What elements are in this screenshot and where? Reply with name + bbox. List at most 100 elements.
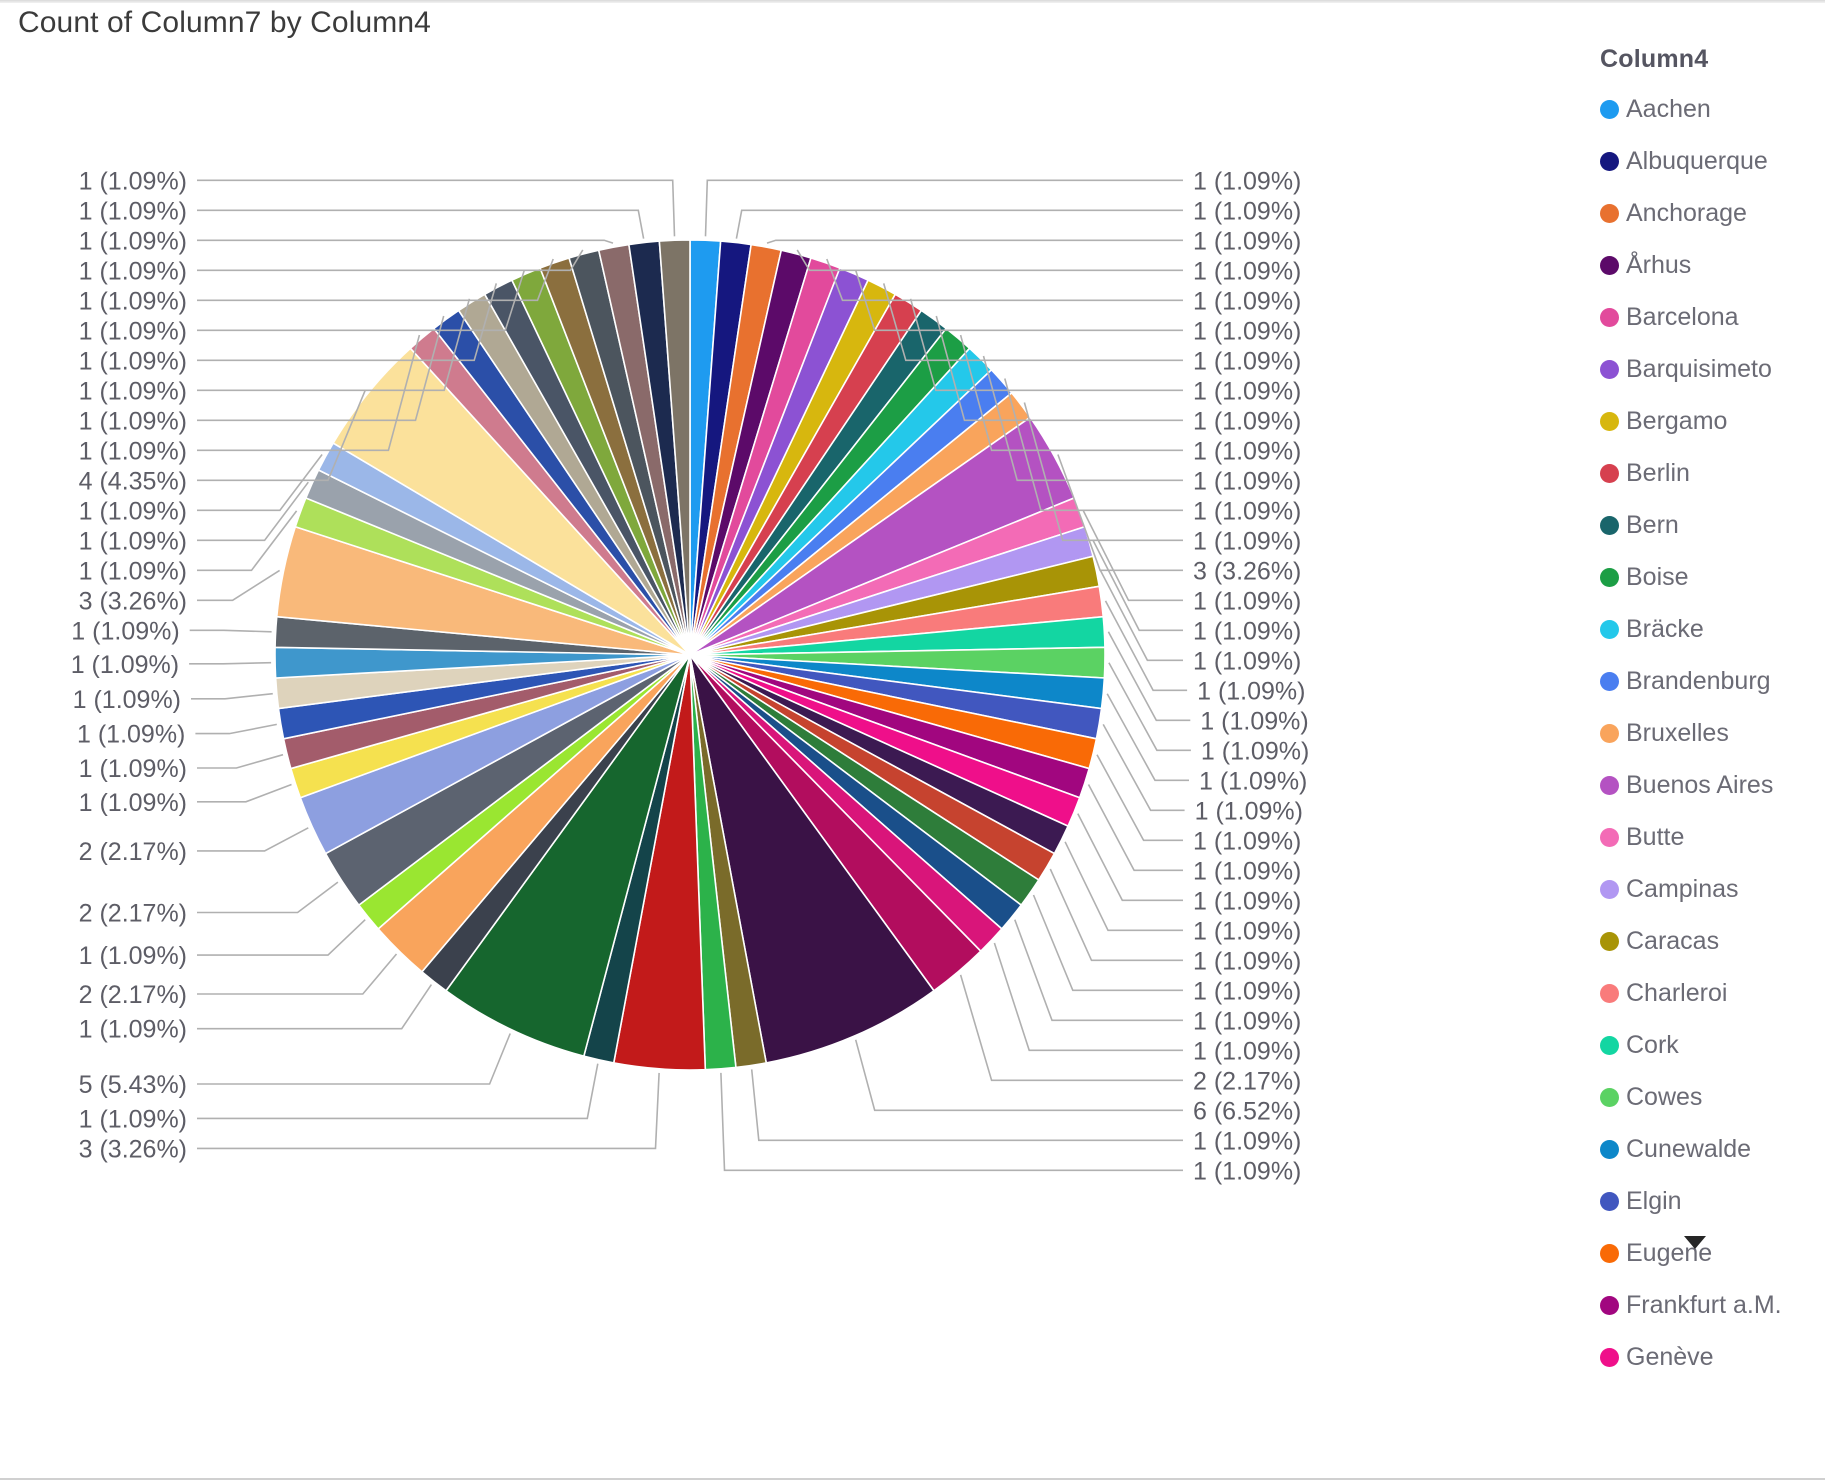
leader-line xyxy=(197,1063,599,1120)
legend-item[interactable]: Buenos Aires xyxy=(1590,759,1822,811)
pie-data-label: 6 (6.52%) xyxy=(1193,1097,1301,1125)
pie-data-label: 1 (1.09%) xyxy=(1193,887,1301,915)
legend-item[interactable]: Bruxelles xyxy=(1590,707,1822,759)
pie-data-label: 5 (5.43%) xyxy=(79,1071,187,1099)
pie-data-label: 1 (1.09%) xyxy=(79,437,187,465)
legend-item-label: Bergamo xyxy=(1626,406,1728,435)
pie-data-label: 1 (1.09%) xyxy=(73,686,181,714)
leader-line xyxy=(197,481,309,542)
pie-data-label: 2 (2.17%) xyxy=(79,981,187,1009)
pie-data-label: 1 (1.09%) xyxy=(79,557,187,585)
pie-data-label: 1 (1.09%) xyxy=(71,617,179,645)
pie-data-label: 1 (1.09%) xyxy=(79,789,187,817)
pie-data-label: 1 (1.09%) xyxy=(1193,587,1301,615)
pie-data-label: 1 (1.09%) xyxy=(1193,407,1301,435)
legend-swatch xyxy=(1600,723,1619,743)
leader-line xyxy=(197,881,339,914)
legend-swatch xyxy=(1600,1243,1619,1263)
leader-line xyxy=(1032,894,1183,992)
leader-line xyxy=(191,692,273,700)
leader-line xyxy=(197,239,614,244)
legend-title: Column4 xyxy=(1600,45,1709,73)
leader-line xyxy=(1104,600,1188,692)
leader-line xyxy=(197,984,433,1030)
pie-data-label: 1 (1.09%) xyxy=(1195,797,1303,825)
pie-data-label: 1 (1.09%) xyxy=(71,651,179,679)
legend-item[interactable]: Caracas xyxy=(1590,915,1822,967)
legend-item-label: Bräcke xyxy=(1626,614,1704,643)
pie-data-label: 1 (1.09%) xyxy=(79,377,187,405)
pie-slices xyxy=(274,239,1106,1071)
legend-item[interactable]: Anchorage xyxy=(1590,187,1822,239)
legend-item-label: Barquisimeto xyxy=(1626,354,1772,383)
pie-data-label: 1 (1.09%) xyxy=(1193,1037,1301,1065)
pie-data-label: 2 (2.17%) xyxy=(1193,1067,1301,1095)
pie-data-label: 1 (1.09%) xyxy=(1193,377,1301,405)
pie-data-label: 1 (1.09%) xyxy=(1197,677,1305,705)
legend-swatch xyxy=(1600,151,1619,171)
pie-data-label: 1 (1.09%) xyxy=(79,197,187,225)
pie-data-label: 2 (2.17%) xyxy=(79,900,187,928)
leader-line xyxy=(704,179,1183,237)
pie-data-label: 1 (1.09%) xyxy=(1193,1157,1301,1185)
legend-item-label: Cork xyxy=(1626,1030,1679,1059)
pie-data-label: 1 (1.09%) xyxy=(79,497,187,525)
leader-line xyxy=(197,953,398,995)
legend-item-label: Buenos Aires xyxy=(1626,770,1774,799)
pie-data-label: 1 (1.09%) xyxy=(1193,197,1301,225)
pie-chart-visual: Count of Column7 by Column4 1 (1.09%) 1 (… xyxy=(0,0,1825,1480)
legend-swatch xyxy=(1600,879,1619,899)
legend-item[interactable]: Berlin xyxy=(1590,447,1822,499)
legend-item[interactable]: Cunewalde xyxy=(1590,1123,1822,1175)
leader-line xyxy=(1092,539,1183,632)
leader-line xyxy=(796,249,1183,272)
legend-swatch xyxy=(1600,359,1619,379)
legend-item[interactable]: Bergamo xyxy=(1590,395,1822,447)
legend-item[interactable]: Boise xyxy=(1590,551,1822,603)
pie-data-label: 1 (1.09%) xyxy=(1193,977,1301,1005)
legend-item[interactable]: Charleroi xyxy=(1590,967,1822,1019)
leader-line xyxy=(195,723,277,735)
legend-item-label: Caracas xyxy=(1626,926,1720,955)
legend-item-label: Charleroi xyxy=(1626,978,1728,1007)
legend-item[interactable]: Brandenburg xyxy=(1590,655,1822,707)
leader-line xyxy=(1064,841,1183,932)
legend-item-label: Barcelona xyxy=(1626,302,1739,331)
leader-line xyxy=(197,827,309,852)
leader-line xyxy=(766,239,1183,244)
legend-swatch xyxy=(1600,255,1619,275)
legend-item-label: Cunewalde xyxy=(1626,1134,1752,1163)
legend-item[interactable]: Campinas xyxy=(1590,863,1822,915)
legend-item-label: Berlin xyxy=(1626,458,1690,487)
legend-item-label: Aachen xyxy=(1626,94,1711,123)
legend-swatch xyxy=(1600,307,1619,327)
legend-item[interactable]: Cowes xyxy=(1590,1071,1822,1123)
legend-swatch xyxy=(1600,671,1619,691)
leader-line xyxy=(197,249,584,272)
leader-line xyxy=(197,179,676,237)
leader-line xyxy=(197,753,284,769)
legend-item[interactable]: Aachen xyxy=(1590,83,1822,135)
leader-line xyxy=(197,454,323,512)
pie-data-label: 1 (1.09%) xyxy=(1193,257,1301,285)
legend-item[interactable]: Barcelona xyxy=(1590,291,1822,343)
legend-swatch xyxy=(1600,1035,1619,1055)
legend-item[interactable]: Barquisimeto xyxy=(1590,343,1822,395)
legend-swatch xyxy=(1600,1087,1619,1107)
legend-item[interactable]: Århus xyxy=(1590,239,1822,291)
legend-item[interactable]: Cork xyxy=(1590,1019,1822,1071)
legend-item[interactable]: Elgin xyxy=(1590,1175,1822,1227)
legend-item[interactable]: Bräcke xyxy=(1590,603,1822,655)
legend-item[interactable]: Butte xyxy=(1590,811,1822,863)
chevron-down-icon[interactable] xyxy=(1682,1233,1708,1251)
legend-item[interactable]: Frankfurt a.M. xyxy=(1590,1279,1822,1331)
legend-swatch xyxy=(1600,1295,1619,1315)
legend-item[interactable]: Albuquerque xyxy=(1590,135,1822,187)
leader-line xyxy=(189,629,272,633)
legend-item[interactable]: Genève xyxy=(1590,1331,1822,1383)
pie-data-label: 1 (1.09%) xyxy=(1193,227,1301,255)
legend-item[interactable]: Bern xyxy=(1590,499,1822,551)
legend-swatch xyxy=(1600,775,1619,795)
leader-line xyxy=(197,1033,511,1085)
pie-data-label: 2 (2.17%) xyxy=(79,838,187,866)
